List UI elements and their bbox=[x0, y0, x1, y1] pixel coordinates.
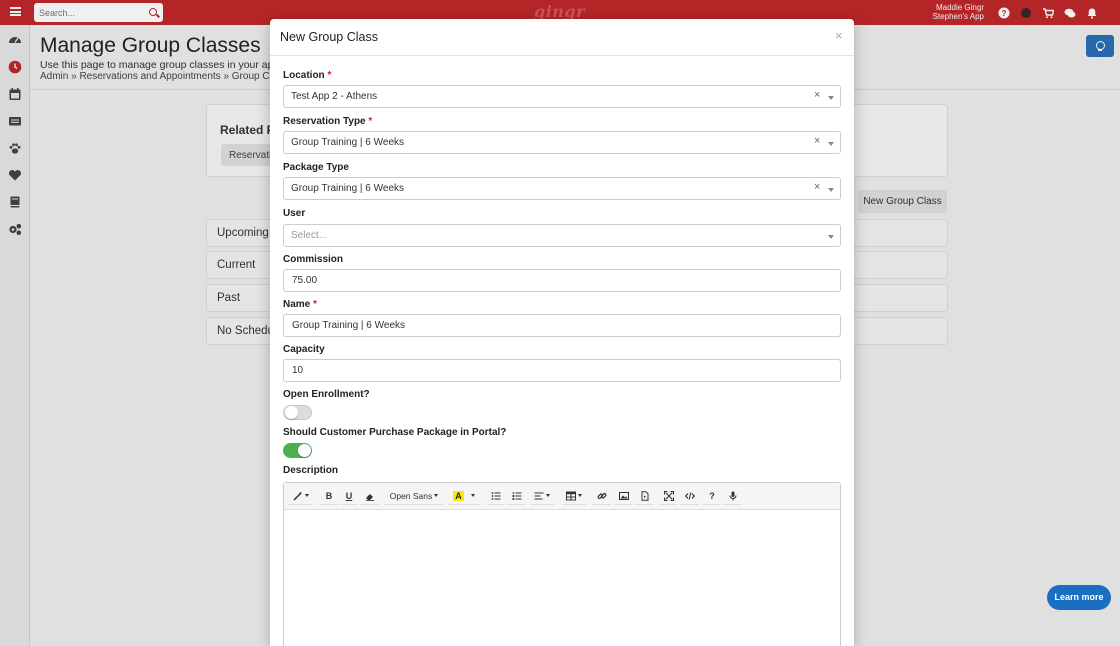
reservation-type-label: Reservation Type * bbox=[283, 116, 373, 127]
align-left-icon bbox=[534, 492, 544, 499]
eraser-button[interactable] bbox=[361, 487, 379, 505]
bold-button[interactable]: B bbox=[320, 487, 338, 505]
toggle-knob bbox=[285, 406, 298, 419]
location-select[interactable]: Test App 2 - Athens × bbox=[283, 85, 841, 108]
name-value: Group Training | 6 Weeks bbox=[292, 320, 406, 331]
microphone-button[interactable] bbox=[724, 487, 742, 505]
eraser-icon bbox=[366, 493, 374, 501]
customer-purchase-toggle[interactable] bbox=[283, 443, 312, 458]
font-family-select[interactable]: Open Sans bbox=[385, 487, 443, 505]
user-select[interactable]: Select... bbox=[283, 224, 841, 247]
magic-style-button[interactable] bbox=[289, 487, 313, 505]
link-icon bbox=[597, 492, 607, 499]
capacity-input[interactable]: 10 bbox=[283, 359, 841, 382]
chevron-down-icon[interactable] bbox=[828, 235, 834, 239]
package-type-value: Group Training | 6 Weeks bbox=[291, 183, 405, 194]
highlight-icon: A bbox=[453, 490, 464, 501]
commission-input[interactable]: 75.00 bbox=[283, 269, 841, 292]
bullet-list-button[interactable] bbox=[487, 487, 505, 505]
chevron-down-icon[interactable] bbox=[828, 96, 834, 100]
user-placeholder: Select... bbox=[291, 230, 328, 241]
modal-title: New Group Class bbox=[280, 30, 378, 44]
learn-more-button[interactable]: Learn more bbox=[1047, 585, 1111, 610]
fullscreen-button[interactable] bbox=[660, 487, 678, 505]
clear-icon[interactable]: × bbox=[814, 135, 820, 147]
highlight-color-button[interactable]: A bbox=[449, 487, 479, 505]
image-button[interactable] bbox=[615, 487, 633, 505]
location-label: Location * bbox=[283, 70, 332, 81]
numbered-list-icon bbox=[512, 491, 522, 500]
underline-button[interactable]: U bbox=[340, 487, 358, 505]
font-family-value: Open Sans bbox=[389, 490, 433, 501]
open-enrollment-label: Open Enrollment? bbox=[283, 389, 370, 400]
package-type-label: Package Type bbox=[283, 162, 349, 173]
code-icon bbox=[685, 491, 695, 500]
name-input[interactable]: Group Training | 6 Weeks bbox=[283, 314, 841, 337]
description-label: Description bbox=[283, 465, 339, 476]
toggle-knob bbox=[298, 444, 311, 457]
reservation-type-select[interactable]: Group Training | 6 Weeks × bbox=[283, 131, 841, 154]
fullscreen-icon bbox=[664, 490, 674, 501]
close-icon[interactable]: × bbox=[835, 28, 843, 43]
location-value: Test App 2 - Athens bbox=[291, 91, 378, 102]
user-label: User bbox=[283, 208, 306, 219]
capacity-value: 10 bbox=[292, 365, 304, 376]
bullet-list-icon bbox=[491, 491, 501, 500]
video-button[interactable] bbox=[636, 487, 654, 505]
reservation-type-value: Group Training | 6 Weeks bbox=[291, 137, 405, 148]
clear-icon[interactable]: × bbox=[814, 181, 820, 193]
open-enrollment-toggle[interactable] bbox=[283, 405, 312, 420]
paragraph-align-button[interactable] bbox=[530, 487, 554, 505]
customer-purchase-label: Should Customer Purchase Package in Port… bbox=[283, 427, 507, 438]
commission-label: Commission bbox=[283, 254, 344, 265]
microphone-icon bbox=[729, 491, 737, 500]
name-label: Name * bbox=[283, 299, 317, 310]
description-editor[interactable]: B U Open Sans A ? bbox=[283, 482, 841, 646]
table-icon bbox=[566, 491, 576, 500]
capacity-label: Capacity bbox=[283, 344, 325, 355]
commission-value: 75.00 bbox=[292, 275, 318, 286]
clear-icon[interactable]: × bbox=[814, 89, 820, 101]
table-button[interactable] bbox=[562, 487, 586, 505]
chevron-down-icon[interactable] bbox=[828, 142, 834, 146]
numbered-list-button[interactable] bbox=[508, 487, 526, 505]
magic-wand-icon bbox=[293, 491, 303, 501]
help-button[interactable]: ? bbox=[703, 487, 721, 505]
chevron-down-icon[interactable] bbox=[828, 188, 834, 192]
code-view-button[interactable] bbox=[681, 487, 699, 505]
new-group-class-modal: New Group Class × Location * Test App 2 … bbox=[270, 19, 854, 646]
file-video-icon bbox=[641, 490, 649, 501]
link-button[interactable] bbox=[593, 487, 611, 505]
editor-toolbar: B U Open Sans A ? bbox=[284, 483, 840, 510]
package-type-select[interactable]: Group Training | 6 Weeks × bbox=[283, 177, 841, 200]
modal-header: New Group Class × bbox=[270, 19, 854, 56]
image-icon bbox=[619, 491, 629, 500]
